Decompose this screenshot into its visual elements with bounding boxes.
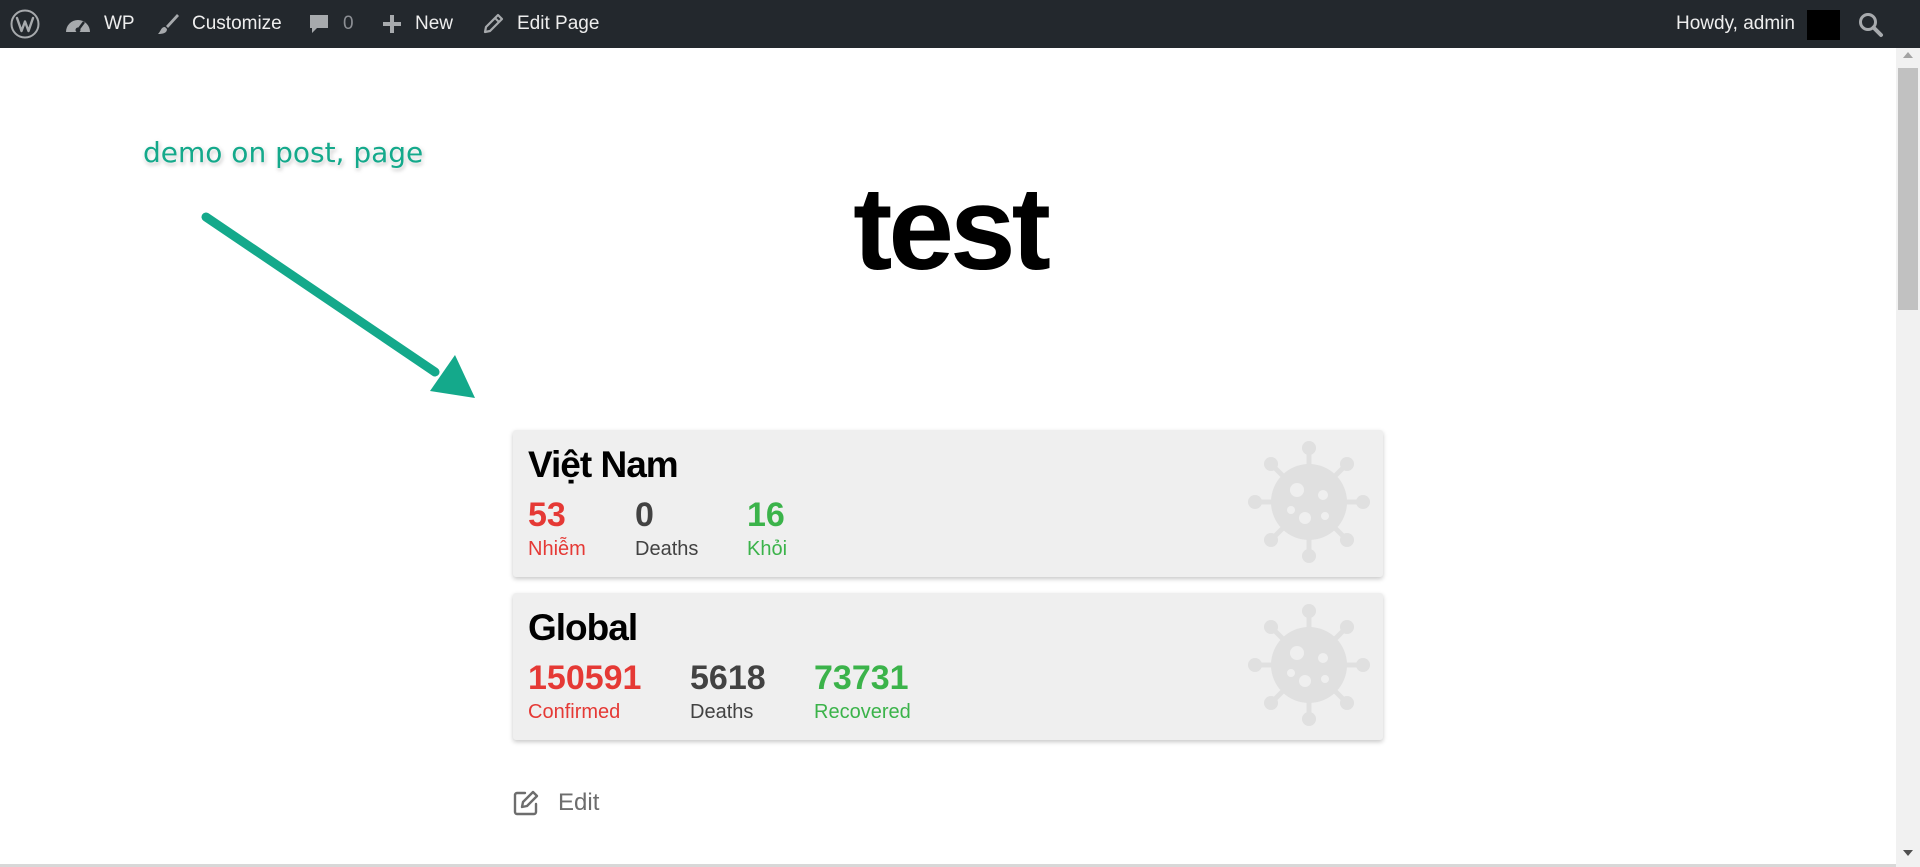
customize-menu[interactable]: Customize — [156, 0, 282, 48]
page-title: test — [853, 163, 1051, 295]
stat-label: Nhiễm — [528, 538, 586, 560]
card-title: Việt Nam — [528, 444, 679, 485]
stat-value: 16 — [747, 496, 785, 534]
stat-label: Confirmed — [528, 701, 621, 723]
virus-icon — [1248, 441, 1370, 563]
stat-value: 0 — [635, 496, 654, 534]
stat-recovered: 16 Khỏi — [747, 498, 787, 561]
comment-bubble-icon — [307, 12, 331, 36]
edit-label: Edit — [558, 789, 600, 816]
wordpress-logo-icon — [10, 9, 40, 39]
my-account-menu[interactable]: Howdy, admin — [1676, 0, 1795, 48]
stat-label: Khỏi — [747, 538, 788, 560]
edit-link[interactable]: Edit — [512, 789, 599, 817]
pencil-icon — [481, 12, 505, 36]
annotation-text: demo on post, page — [143, 136, 424, 169]
annotation-arrow-icon — [201, 212, 475, 398]
covid-card-global: Global 150591 Confirmed 5618 Deaths 7373… — [513, 593, 1383, 740]
covid-card-vietnam: Việt Nam 53 Nhiễm 0 Deaths 16 Khỏi — [513, 430, 1383, 577]
scroll-down-arrow-icon[interactable] — [1903, 850, 1913, 856]
dashboard-gauge-icon — [64, 12, 92, 36]
card-title: Global — [528, 607, 638, 648]
plus-icon — [381, 13, 403, 35]
stat-value: 5618 — [690, 659, 766, 697]
new-label: New — [415, 13, 454, 34]
stat-deaths: 0 Deaths — [635, 498, 698, 561]
scrollbar-thumb[interactable] — [1898, 68, 1918, 310]
edit-page-menu[interactable]: Edit Page — [481, 0, 599, 48]
edit-page-label: Edit Page — [517, 13, 600, 34]
stat-deaths: 5618 Deaths — [690, 661, 766, 724]
avatar[interactable] — [1807, 10, 1840, 40]
stat-value: 150591 — [528, 659, 642, 697]
stat-label: Deaths — [690, 701, 754, 723]
search-icon[interactable] — [1857, 11, 1885, 39]
stat-infected: 53 Nhiễm — [528, 498, 586, 561]
scroll-up-arrow-icon[interactable] — [1903, 52, 1913, 58]
howdy-label: Howdy, admin — [1676, 13, 1795, 34]
new-content-menu[interactable]: New — [381, 0, 453, 48]
site-name-menu[interactable]: WP — [64, 0, 135, 48]
stat-confirmed: 150591 Confirmed — [528, 661, 641, 724]
comments-count: 0 — [343, 13, 354, 34]
stat-value: 53 — [528, 496, 566, 534]
stat-label: Recovered — [814, 701, 911, 723]
edit-square-icon — [512, 789, 540, 817]
admin-bar: WP Customize 0 New Edit Page Howdy, admi… — [0, 0, 1920, 48]
virus-icon — [1248, 604, 1370, 726]
paintbrush-icon — [156, 12, 180, 36]
stat-label: Deaths — [635, 538, 699, 560]
stat-recovered: 73731 Recovered — [814, 661, 911, 724]
stat-value: 73731 — [814, 659, 909, 697]
site-name-label: WP — [104, 13, 135, 34]
comments-menu[interactable]: 0 — [307, 0, 354, 48]
customize-label: Customize — [192, 13, 282, 34]
wordpress-menu[interactable] — [10, 0, 52, 48]
